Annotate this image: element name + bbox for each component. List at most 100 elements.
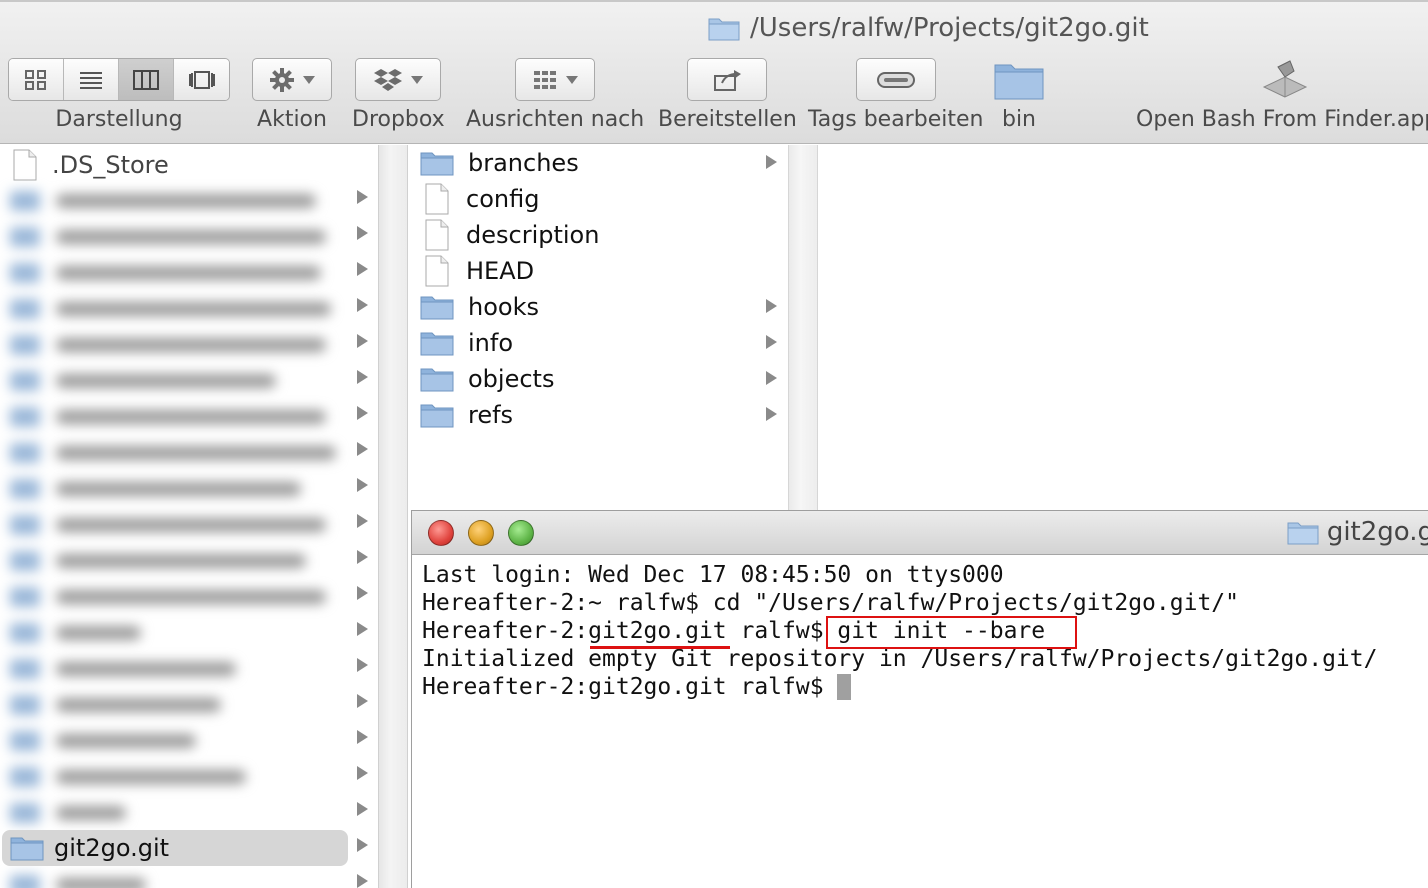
edit-tags-button[interactable]: [855, 58, 936, 101]
disclosure-arrow-icon: [766, 407, 777, 421]
disclosure-arrow-icon: [357, 694, 368, 708]
file-item-head[interactable]: HEAD: [408, 253, 534, 289]
blurred-folder-row: [10, 658, 236, 680]
column-view-icon: [133, 69, 159, 90]
folder-item-refs[interactable]: refs: [408, 397, 777, 433]
column-divider[interactable]: [378, 145, 408, 888]
file-item-config[interactable]: config: [408, 181, 539, 217]
arrange-control: Ausrichten nach: [466, 58, 644, 132]
folder-item-info[interactable]: info: [408, 325, 777, 361]
file-item-description[interactable]: description: [408, 217, 599, 253]
arrange-button[interactable]: [515, 58, 596, 101]
blurred-folder-row: [10, 370, 276, 392]
folder-item-git2go[interactable]: git2go.git: [0, 830, 169, 866]
folder-name-underline: [590, 646, 730, 649]
blurred-folder-row: [10, 550, 306, 572]
folder-icon: [420, 296, 454, 320]
blurred-folder-row: [10, 874, 146, 888]
gear-icon: [270, 67, 294, 92]
folder-item-branches[interactable]: branches: [408, 145, 777, 181]
blurred-folder-row: [10, 766, 246, 788]
disclosure-arrow-icon: [766, 299, 777, 313]
folder-item-label: info: [468, 329, 514, 357]
document-icon: [13, 149, 37, 181]
list-view-button[interactable]: [64, 59, 119, 100]
close-button[interactable]: [428, 520, 454, 546]
terminal-window: git2go.g Last login: Wed Dec 17 08:45:50…: [411, 510, 1428, 888]
blurred-folder-row: [10, 586, 326, 608]
dropbox-button[interactable]: [355, 58, 442, 101]
terminal-titlebar[interactable]: git2go.g: [412, 511, 1428, 555]
disclosure-arrow-icon: [357, 478, 368, 492]
folder-item-label: objects: [468, 365, 555, 393]
disclosure-arrow-icon: [357, 658, 368, 672]
folder-icon: [708, 15, 740, 41]
blurred-folder-row: [10, 442, 336, 464]
blurred-folder-row: [10, 334, 326, 356]
view-mode-control: Darstellung: [8, 58, 230, 132]
terminal-line: Initialized empty Git repository in /Use…: [422, 646, 1378, 672]
tags-control: Tags bearbeiten: [808, 58, 983, 132]
terminal-line: Hereafter-2:~ ralfw$ cd "/Users/ralfw/Pr…: [422, 590, 1239, 616]
open-bash-shortcut[interactable]: Open Bash From Finder.app: [1136, 58, 1428, 132]
disclosure-arrow-icon: [357, 370, 368, 384]
window-title-text: /Users/ralfw/Projects/git2go.git: [750, 13, 1149, 43]
action-button[interactable]: [252, 58, 332, 101]
dropbox-control: Dropbox: [352, 58, 445, 132]
disclosure-arrow-icon: [357, 874, 368, 888]
chevron-down-icon: [411, 75, 424, 84]
bin-folder-icon: [993, 58, 1045, 101]
folder-item-hooks[interactable]: hooks: [408, 289, 777, 325]
folder-item-objects[interactable]: objects: [408, 361, 777, 397]
view-mode-segmented: [8, 58, 230, 101]
share-control: Bereitstellen: [658, 58, 797, 132]
folder-icon: [420, 404, 454, 428]
disclosure-arrow-icon: [766, 155, 777, 169]
column-divider[interactable]: [788, 145, 818, 510]
terminal-line: Last login: Wed Dec 17 08:45:50 on ttys0…: [422, 562, 1004, 588]
disclosure-arrow-icon: [357, 262, 368, 276]
action-control: Aktion: [252, 58, 332, 132]
disclosure-arrow-icon: [357, 406, 368, 420]
zoom-button[interactable]: [508, 520, 534, 546]
document-icon: [425, 219, 449, 251]
file-item-label: description: [466, 221, 600, 249]
finder-column-empty: [818, 145, 1428, 510]
app-icon: [1260, 58, 1310, 101]
arrange-label: Ausrichten nach: [466, 107, 645, 132]
disclosure-arrow-icon: [766, 371, 777, 385]
terminal-cursor: [837, 674, 852, 700]
terminal-title: git2go.g: [1287, 517, 1428, 547]
file-item-ds-store[interactable]: .DS_Store: [0, 147, 169, 183]
coverflow-view-button[interactable]: [174, 59, 229, 100]
folder-item-label: git2go.git: [54, 834, 170, 862]
file-item-label: config: [466, 185, 540, 213]
document-icon: [425, 255, 449, 287]
bin-shortcut[interactable]: bin: [993, 58, 1045, 132]
disclosure-arrow-icon: [357, 622, 368, 636]
blurred-folder-row: [10, 730, 196, 752]
blurred-folder-row: [10, 694, 221, 716]
share-button[interactable]: [687, 58, 768, 101]
list-view-icon: [80, 71, 102, 89]
disclosure-arrow-icon: [357, 550, 368, 564]
minimize-button[interactable]: [468, 520, 494, 546]
folder-icon: [420, 332, 454, 356]
blurred-folder-row: [10, 406, 326, 428]
dropbox-icon: [374, 68, 403, 91]
icon-view-button[interactable]: [9, 59, 64, 100]
column-view-button[interactable]: [119, 59, 174, 100]
command-highlight-box: [826, 616, 1077, 649]
disclosure-arrow-icon: [357, 730, 368, 744]
finder-column-git2go: branches config description HEAD hooks i…: [408, 145, 788, 510]
blurred-folder-row: [10, 190, 316, 212]
blurred-folder-row: [10, 622, 141, 644]
share-label: Bereitstellen: [658, 107, 797, 132]
blurred-folder-row: [10, 478, 301, 500]
blurred-folder-row: [10, 514, 326, 536]
icon-view-icon: [25, 69, 46, 90]
bin-label: bin: [1001, 107, 1037, 132]
disclosure-arrow-icon: [357, 802, 368, 816]
open-bash-label: Open Bash From Finder.app: [1136, 107, 1428, 132]
file-item-label: HEAD: [466, 257, 535, 285]
